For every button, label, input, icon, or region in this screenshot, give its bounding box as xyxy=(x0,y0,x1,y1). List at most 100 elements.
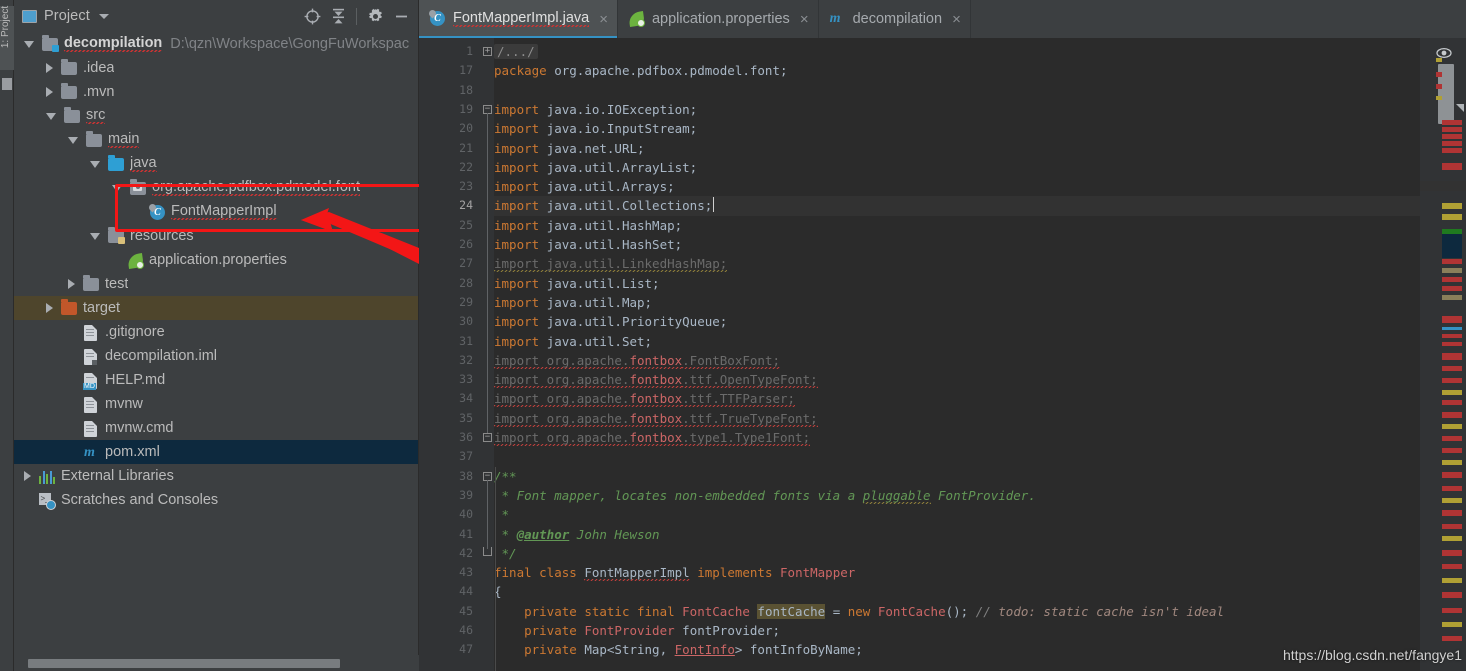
tree-row[interactable]: resources xyxy=(14,224,418,248)
error-stripe-marker[interactable] xyxy=(1442,622,1462,627)
close-icon[interactable]: × xyxy=(800,12,809,27)
code-line[interactable] xyxy=(494,81,1420,100)
tree-row[interactable]: m pom.xml xyxy=(14,440,418,464)
code-line[interactable]: import java.util.HashMap; xyxy=(494,216,1420,235)
error-stripe-marker[interactable] xyxy=(1442,486,1462,491)
tree-collapse-arrow[interactable] xyxy=(24,471,31,481)
project-horizontal-scrollbar[interactable] xyxy=(14,655,419,671)
tree-collapse-arrow[interactable] xyxy=(68,279,75,289)
tree-expand-arrow[interactable] xyxy=(46,112,56,120)
error-stripe-marker[interactable] xyxy=(1442,524,1462,529)
structure-tool-window-tab[interactable] xyxy=(2,78,12,90)
code-line[interactable]: import java.net.URL; xyxy=(494,139,1420,158)
code-line[interactable] xyxy=(494,447,1420,466)
code-line[interactable]: private Map<String, FontInfo> fontInfoBy… xyxy=(494,640,1420,659)
tree-expand-arrow[interactable] xyxy=(68,136,78,144)
tree-expand-arrow[interactable] xyxy=(90,232,100,240)
error-stripe-marker[interactable] xyxy=(1442,378,1462,383)
error-stripe-marker[interactable] xyxy=(1442,436,1462,441)
error-stripe-marker[interactable] xyxy=(1442,536,1462,541)
error-stripe-marker[interactable] xyxy=(1442,141,1462,146)
tree-row[interactable]: mvnw.cmd xyxy=(14,416,418,440)
tree-collapse-arrow[interactable] xyxy=(46,303,53,313)
tree-collapse-arrow[interactable] xyxy=(46,87,53,97)
code-line[interactable]: * Font mapper, locates non-embedded font… xyxy=(494,486,1420,505)
code-line[interactable]: package org.apache.pdfbox.pdmodel.font; xyxy=(494,61,1420,80)
code-line[interactable]: import java.util.LinkedHashMap; xyxy=(494,254,1420,273)
error-stripe-marker[interactable] xyxy=(1442,460,1462,465)
code-folding-gutter[interactable]: + − − − xyxy=(481,38,494,671)
tree-row[interactable]: External Libraries xyxy=(14,464,418,488)
tree-row[interactable]: org.apache.pdfbox.pdmodel.font xyxy=(14,176,418,200)
error-stripe-marker[interactable] xyxy=(1442,295,1462,300)
error-stripe-marker[interactable] xyxy=(1442,327,1462,330)
error-stripe-marker[interactable] xyxy=(1442,498,1462,503)
error-stripe-marker[interactable] xyxy=(1436,84,1442,89)
editor-tab[interactable]: m decompilation × xyxy=(819,0,971,38)
error-stripe-marker[interactable] xyxy=(1442,608,1462,613)
tree-row[interactable]: decompilation.iml xyxy=(14,344,418,368)
tree-row[interactable]: src xyxy=(14,104,418,128)
error-stripe-marker[interactable] xyxy=(1436,72,1442,77)
tree-row[interactable]: main xyxy=(14,128,418,152)
error-stripe-marker[interactable] xyxy=(1442,316,1462,323)
code-line[interactable]: import java.util.PriorityQueue; xyxy=(494,312,1420,331)
tree-collapse-arrow[interactable] xyxy=(46,63,53,73)
code-line[interactable]: import java.util.Map; xyxy=(494,293,1420,312)
collapse-all-icon[interactable] xyxy=(325,3,351,29)
error-stripe-marker[interactable] xyxy=(1442,636,1462,641)
code-line[interactable]: import java.util.List; xyxy=(494,274,1420,293)
editor-tab[interactable]: application.properties × xyxy=(618,0,819,38)
error-stripe-marker[interactable] xyxy=(1442,277,1462,282)
code-content[interactable]: /.../ package org.apache.pdfbox.pdmodel.f… xyxy=(494,38,1420,671)
code-line[interactable]: import org.apache.fontbox.ttf.TTFParser; xyxy=(494,389,1420,408)
error-stripe-marker[interactable] xyxy=(1442,286,1462,291)
project-tree[interactable]: decompilation D:\qzn\Workspace\GongFuWork… xyxy=(14,32,418,655)
chevron-down-icon[interactable] xyxy=(98,13,109,19)
editor-tab[interactable]: C FontMapperImpl.java × xyxy=(419,0,618,38)
error-stripe-marker[interactable] xyxy=(1442,127,1462,132)
error-stripe-marker[interactable] xyxy=(1442,163,1462,170)
close-icon[interactable]: × xyxy=(952,12,961,27)
error-stripe-marker[interactable] xyxy=(1442,353,1462,360)
code-line[interactable]: import java.io.IOException; xyxy=(494,100,1420,119)
fold-expand-icon[interactable]: + xyxy=(483,47,492,56)
code-line[interactable]: import java.io.InputStream; xyxy=(494,119,1420,138)
tree-row[interactable]: .gitignore xyxy=(14,320,418,344)
error-stripe-marker[interactable] xyxy=(1442,214,1462,220)
error-stripe-marker[interactable] xyxy=(1442,148,1462,153)
close-icon[interactable]: × xyxy=(599,12,608,27)
error-stripe-marker[interactable] xyxy=(1442,448,1462,453)
code-line[interactable]: import java.util.ArrayList; xyxy=(494,158,1420,177)
code-line[interactable]: import java.util.Collections; xyxy=(494,196,1420,216)
code-line[interactable]: import java.util.Arrays; xyxy=(494,177,1420,196)
error-stripe-marker[interactable] xyxy=(1436,96,1442,100)
error-stripe-marker[interactable] xyxy=(1442,550,1462,556)
error-stripe-marker[interactable] xyxy=(1442,203,1462,209)
code-line[interactable]: import org.apache.fontbox.ttf.OpenTypeFo… xyxy=(494,370,1420,389)
tree-row[interactable]: MD HELP.md xyxy=(14,368,418,392)
code-line[interactable]: import org.apache.fontbox.ttf.TrueTypeFo… xyxy=(494,409,1420,428)
error-stripe-marker[interactable] xyxy=(1436,58,1442,62)
code-line[interactable]: import java.util.Set; xyxy=(494,332,1420,351)
error-stripe-marker[interactable] xyxy=(1442,412,1462,418)
error-stripe-marker[interactable] xyxy=(1442,578,1462,583)
code-line[interactable]: * xyxy=(494,505,1420,524)
code-line[interactable]: private static final FontCache fontCache… xyxy=(494,602,1420,621)
error-stripe-marker[interactable] xyxy=(1442,390,1462,395)
code-line[interactable]: private FontProvider fontProvider; xyxy=(494,621,1420,640)
fold-collapse-icon[interactable]: − xyxy=(483,433,492,442)
tree-row[interactable]: java xyxy=(14,152,418,176)
tree-row[interactable]: >_ Scratches and Consoles xyxy=(14,488,418,512)
error-stripe-marker[interactable] xyxy=(1442,366,1462,371)
code-line[interactable]: final class FontMapperImpl implements Fo… xyxy=(494,563,1420,582)
code-line[interactable]: import java.util.HashSet; xyxy=(494,235,1420,254)
project-tool-window-tab[interactable]: 1: Project xyxy=(0,6,14,70)
error-stripe-marker[interactable] xyxy=(1442,510,1462,516)
minimize-icon[interactable] xyxy=(388,3,414,29)
code-line[interactable]: import org.apache.fontbox.type1.Type1Fon… xyxy=(494,428,1420,447)
error-stripe-marker[interactable] xyxy=(1442,268,1462,273)
tree-row[interactable]: application.properties xyxy=(14,248,418,272)
error-stripe-marker[interactable] xyxy=(1442,424,1462,429)
tree-row[interactable]: test xyxy=(14,272,418,296)
